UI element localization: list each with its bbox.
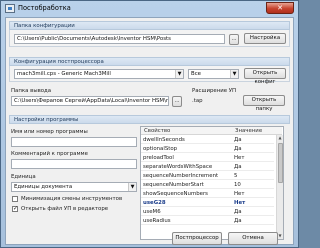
postprocessor-config-group: mach3mill.cps - Generic Mach3Mill ▼ Все … <box>9 66 290 85</box>
open-in-editor-checkbox[interactable] <box>12 205 18 212</box>
property-name: sequenceNumberStart <box>143 182 204 188</box>
minimize-tool-changes-label: Минимизация смены инструментов <box>21 196 123 202</box>
property-name: useG28 <box>143 200 166 206</box>
config-folder-group: C:\Users\Public\Documents\Autodesk\Inven… <box>9 30 290 47</box>
property-name: useM6 <box>143 209 161 215</box>
app-icon <box>5 4 15 13</box>
open-folder-button[interactable]: Открыть папку <box>243 95 285 112</box>
property-column-header: Свойство <box>144 128 171 134</box>
chevron-down-icon: ▼ <box>175 70 183 78</box>
properties-grid[interactable]: Свойство Значение dwellInSeconds Да option… <box>140 126 284 240</box>
property-value: 5 <box>234 173 238 179</box>
property-name: dwellInSeconds <box>143 137 185 143</box>
property-row[interactable]: useM6 Да <box>141 208 274 216</box>
unit-label: Единица <box>11 174 36 180</box>
postprocess-button[interactable]: Постпроцессор <box>172 232 222 245</box>
property-name: useRadius <box>143 218 171 224</box>
setup-button[interactable]: Настройка <box>244 33 286 44</box>
program-comment-input[interactable] <box>11 159 137 169</box>
property-name: sequenceNumberIncrement <box>143 173 219 179</box>
property-value: Да <box>234 137 242 143</box>
property-row[interactable]: useRadius Да <box>141 217 274 225</box>
property-row[interactable]: dwellInSeconds Да <box>141 136 274 144</box>
chevron-down-icon: ▼ <box>230 70 238 78</box>
unit-selected: Единицы документа <box>14 184 73 190</box>
value-column-header: Значение <box>235 128 263 134</box>
property-row[interactable]: useG28 Нет <box>141 199 274 207</box>
property-row[interactable]: optionalStop Да <box>141 145 274 153</box>
property-row[interactable]: sequenceNumberStart 10 <box>141 181 274 189</box>
postprocessor-config-header: Конфигурация постпроцессора <box>9 57 290 66</box>
open-in-editor-label: Открыть файл УП в редакторе <box>21 206 109 212</box>
properties-scrollbar[interactable]: ▲ ▼ <box>276 135 283 239</box>
property-name: preloadTool <box>143 155 174 161</box>
scroll-up-arrow-icon[interactable]: ▲ <box>277 135 283 141</box>
properties-header: Свойство Значение <box>141 127 282 135</box>
program-comment-label: Комментарий к программе <box>11 151 88 157</box>
postprocessor-filter-select[interactable]: Все ▼ <box>188 69 239 79</box>
close-button[interactable]: ✕ <box>266 2 294 14</box>
property-value: 10 <box>234 182 241 188</box>
property-value: Да <box>234 146 242 152</box>
property-name: separateWordsWithSpace <box>143 164 213 170</box>
output-folder-browse-button[interactable]: ... <box>172 96 182 107</box>
property-name: optionalStop <box>143 146 178 152</box>
property-value: Да <box>234 164 242 170</box>
property-value: Да <box>234 209 242 215</box>
unit-select[interactable]: Единицы документа ▼ <box>11 182 137 192</box>
open-config-button[interactable]: Открыть конфиг <box>244 68 286 85</box>
property-row[interactable]: preloadTool Нет <box>141 154 274 162</box>
postprocessor-select[interactable]: mach3mill.cps - Generic Mach3Mill ▼ <box>14 69 184 79</box>
property-name: showSequenceNumbers <box>143 191 208 197</box>
output-folder-path[interactable]: C:\Users\Ферапов Сергей\AppData\Local\In… <box>11 96 169 106</box>
config-folder-browse-button[interactable]: ... <box>229 34 239 45</box>
scroll-thumb[interactable] <box>278 143 283 183</box>
program-name-label: Имя или номер программы <box>11 129 88 135</box>
title-bar: Постобработка ✕ <box>1 1 298 17</box>
property-row[interactable]: showSequenceNumbers Нет <box>141 190 274 198</box>
minimize-tool-changes-checkbox[interactable] <box>12 196 18 202</box>
extension-label: Расширение УП <box>192 88 237 94</box>
property-value: Нет <box>234 200 246 206</box>
chevron-down-icon: ▼ <box>128 183 136 191</box>
postprocess-dialog: Постобработка ✕ Папка конфигурации C:\Us… <box>0 0 299 248</box>
dialog-body: Папка конфигурации C:\Users\Public\Docum… <box>5 17 294 245</box>
extension-value: .tap <box>192 98 203 104</box>
cancel-button[interactable]: Отмена <box>228 232 278 245</box>
program-settings-header: Настройки программы <box>9 115 290 124</box>
output-folder-label: Папка вывода <box>11 88 52 94</box>
program-name-input[interactable] <box>11 137 137 147</box>
property-row[interactable]: separateWordsWithSpace Да <box>141 163 274 171</box>
config-folder-header: Папка конфигурации <box>9 21 290 30</box>
property-value: Нет <box>234 191 245 197</box>
property-value: Да <box>234 218 242 224</box>
property-row[interactable]: sequenceNumberIncrement 5 <box>141 172 274 180</box>
window-title: Постобработка <box>18 4 71 12</box>
config-folder-path[interactable]: C:\Users\Public\Documents\Autodesk\Inven… <box>14 34 225 44</box>
postprocessor-filter-value: Все <box>191 71 201 77</box>
postprocessor-selected: mach3mill.cps - Generic Mach3Mill <box>17 71 111 77</box>
property-value: Нет <box>234 155 245 161</box>
